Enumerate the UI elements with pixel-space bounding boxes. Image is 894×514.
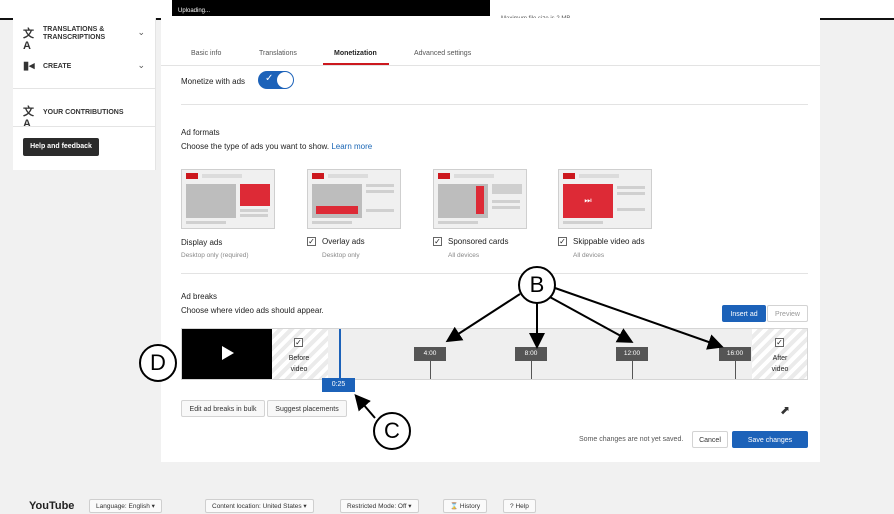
callout-d: D: [139, 344, 177, 382]
restricted-label: Restricted Mode: Off: [347, 503, 407, 510]
youtube-logo[interactable]: YouTube: [29, 500, 74, 512]
location-label: Content location: United States: [212, 503, 302, 510]
help-icon: ?: [510, 503, 514, 510]
arrow-b-to-16min: [554, 287, 724, 350]
youtube-logo-text: YouTube: [29, 500, 75, 512]
history-label: History: [459, 503, 481, 510]
language-label: Language: English: [96, 503, 150, 510]
callout-b: B: [518, 266, 556, 304]
help-label: Help: [515, 503, 529, 510]
arrow-b-to-4min: [445, 293, 521, 343]
annotation-arrows: [354, 287, 724, 419]
hourglass-icon: ⌛: [450, 503, 459, 510]
callout-c: C: [373, 412, 411, 450]
arrow-b-to-12min: [547, 295, 634, 343]
arrow-c-to-playhead: [354, 393, 376, 419]
